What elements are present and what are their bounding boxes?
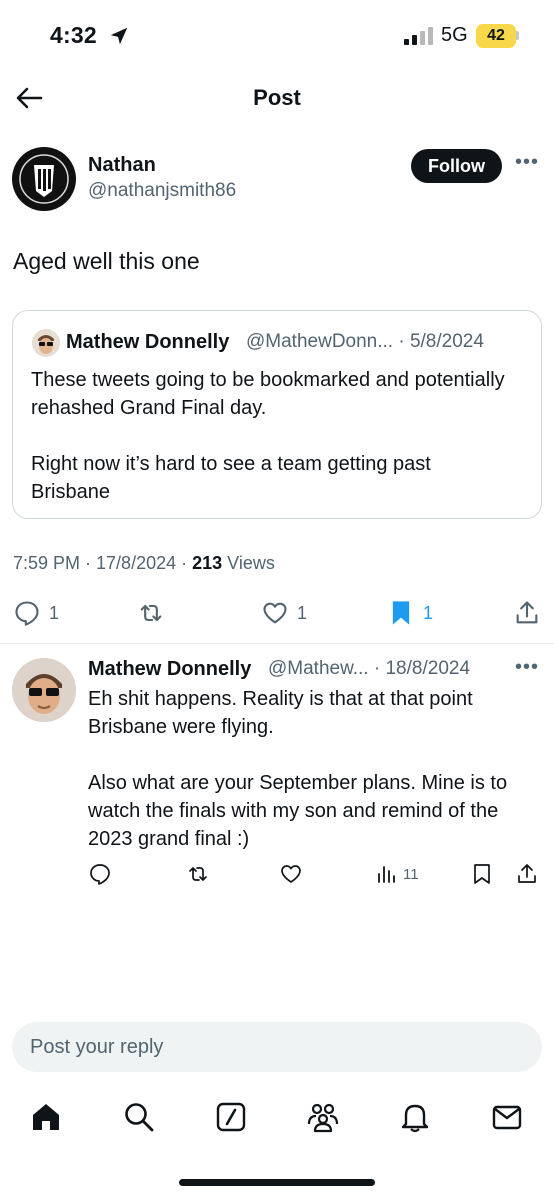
reply-like-button[interactable] (279, 861, 303, 887)
repost-icon (140, 604, 162, 622)
reply-icon (15, 601, 39, 626)
nav-home[interactable] (29, 1100, 63, 1134)
like-button[interactable]: 1 (261, 598, 307, 628)
post-text: Aged well this one (13, 248, 200, 274)
reply-reply-button[interactable] (88, 861, 112, 887)
cartoon-avatar-icon (32, 329, 60, 357)
network-type: 5G (441, 24, 468, 46)
reply-bookmark-button[interactable] (470, 861, 494, 887)
battery-cap (516, 31, 519, 40)
communities-icon (307, 1103, 339, 1133)
home-icon (33, 1104, 59, 1130)
club-logo-icon (14, 149, 74, 209)
nav-communities[interactable] (306, 1100, 340, 1134)
reply-views-button[interactable]: 11 (375, 861, 419, 887)
cartoon-avatar-icon (12, 658, 76, 722)
share-button[interactable] (513, 598, 541, 628)
reply-repost-button[interactable] (186, 861, 210, 887)
post-timestamp: 7:59 PM · 17/8/2024 · (13, 553, 193, 573)
notifications-icon (401, 1104, 429, 1133)
views-count: 213 (192, 553, 223, 573)
status-time: 4:32 (50, 22, 97, 48)
nav-notifications[interactable] (398, 1100, 432, 1134)
reply-author-name[interactable]: Mathew Donnelly (88, 658, 251, 681)
location-arrow-icon (110, 27, 128, 45)
bookmark-icon (392, 601, 410, 625)
more-icon[interactable]: ••• (515, 656, 539, 679)
search-icon (125, 1103, 154, 1132)
reply-share-button[interactable] (515, 861, 539, 887)
nav-grok[interactable] (214, 1100, 248, 1134)
like-icon (263, 602, 287, 624)
reply-button[interactable]: 1 (13, 598, 59, 628)
bookmark-icon (474, 864, 490, 884)
repost-icon (189, 867, 207, 881)
views-icon (378, 866, 395, 883)
nav-search[interactable] (122, 1100, 156, 1134)
messages-icon (492, 1105, 522, 1130)
share-icon (516, 601, 538, 624)
bookmark-button[interactable]: 1 (387, 598, 433, 628)
page-title: Post (253, 85, 301, 110)
views-label: Views (222, 553, 275, 573)
battery-level: 42 (476, 24, 516, 48)
reply-input-placeholder: Post your reply (30, 1036, 164, 1058)
nav-messages[interactable] (490, 1100, 524, 1134)
follow-button[interactable]: Follow (411, 149, 502, 183)
share-icon (518, 864, 536, 883)
like-count: 1 (297, 602, 308, 623)
reply-avatar[interactable] (12, 658, 76, 722)
reply-views-count: 11 (403, 865, 419, 883)
reply-handle-date[interactable]: @Mathew... · 18/8/2024 (268, 658, 470, 680)
quote-handle-date: @MathewDonn... · 5/8/2024 (246, 331, 484, 352)
reply-count: 1 (49, 602, 60, 623)
author-handle[interactable]: @nathanjsmith86 (88, 180, 236, 202)
reply-text: Eh shit happens. Reality is that at that… (88, 688, 508, 850)
repost-button[interactable] (137, 598, 165, 628)
avatar[interactable] (12, 147, 76, 211)
quote-text: These tweets going to be bookmarked and … (31, 369, 505, 503)
grok-icon (216, 1102, 246, 1132)
author-name[interactable]: Nathan (88, 154, 156, 177)
signal-icon (404, 27, 433, 45)
bookmark-count: 1 (423, 602, 434, 623)
home-indicator (179, 1179, 375, 1186)
reply-icon (90, 864, 110, 885)
quote-avatar (32, 329, 60, 357)
more-icon[interactable]: ••• (515, 151, 539, 174)
quote-author-name: Mathew Donnelly (66, 331, 230, 353)
like-icon (281, 865, 301, 883)
post-meta: 7:59 PM · 17/8/2024 · 213 Views (13, 553, 275, 574)
divider (0, 643, 554, 644)
